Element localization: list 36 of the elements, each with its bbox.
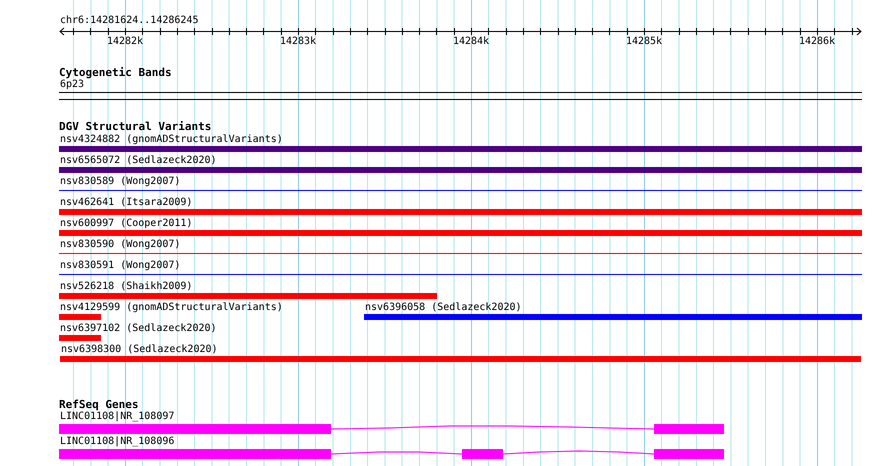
variant-bar[interactable] bbox=[364, 314, 862, 320]
tick-label: 14284k bbox=[452, 36, 490, 47]
variant-bar[interactable] bbox=[59, 167, 862, 173]
location-label: chr6:14281624..14286245 bbox=[59, 15, 198, 27]
gene-model[interactable] bbox=[59, 449, 724, 459]
tick-label: 14286k bbox=[798, 36, 836, 47]
track-title: DGV Structural Variants bbox=[59, 120, 212, 133]
tick-label: 14283k bbox=[280, 36, 316, 47]
variant-bar[interactable] bbox=[59, 314, 101, 320]
variant-label[interactable]: nsv4129599 (gnomADStructuralVariants) bbox=[59, 302, 283, 314]
variant-label[interactable]: nsv6565072 (Sedlazeck2020) bbox=[59, 155, 217, 167]
variant-label[interactable]: nsv6397102 (Sedlazeck2020) bbox=[59, 323, 217, 335]
track-title: RefSeq Genes bbox=[59, 398, 138, 411]
variant-bar[interactable] bbox=[59, 230, 862, 236]
gene-label[interactable]: LINC01108|NR_108097 bbox=[59, 411, 174, 423]
gene-label[interactable]: LINC01108|NR_108096 bbox=[59, 436, 174, 448]
track-title: Cytogenetic Bands bbox=[59, 66, 172, 79]
tick-label: 14282k bbox=[106, 36, 144, 47]
variant-label[interactable]: nsv830591 (Wong2007) bbox=[59, 260, 180, 272]
variant-bar[interactable] bbox=[59, 209, 862, 215]
variant-bar[interactable] bbox=[60, 356, 861, 362]
variant-label[interactable]: nsv6396058 (Sedlazeck2020) bbox=[364, 302, 522, 314]
variant-bar[interactable] bbox=[59, 335, 101, 341]
cytoband-bar[interactable] bbox=[59, 92, 862, 100]
variant-label[interactable]: nsv526218 (Shaikh2009) bbox=[59, 281, 192, 293]
tick-label: 14285k bbox=[626, 36, 662, 47]
variant-label[interactable]: nsv462641 (Itsara2009) bbox=[59, 197, 192, 209]
variant-bar[interactable] bbox=[59, 146, 862, 152]
variant-label[interactable]: nsv600997 (Cooper2011) bbox=[59, 218, 192, 230]
variant-label[interactable]: nsv6398300 (Sedlazeck2020) bbox=[60, 344, 218, 356]
variant-bar[interactable] bbox=[59, 293, 437, 299]
variant-label[interactable]: nsv830589 (Wong2007) bbox=[59, 176, 180, 188]
gene-model[interactable] bbox=[59, 424, 724, 434]
band-label[interactable]: 6p23 bbox=[59, 79, 84, 91]
variant-label[interactable]: nsv830590 (Wong2007) bbox=[59, 239, 180, 251]
variant-label[interactable]: nsv4324882 (gnomADStructuralVariants) bbox=[59, 134, 283, 146]
